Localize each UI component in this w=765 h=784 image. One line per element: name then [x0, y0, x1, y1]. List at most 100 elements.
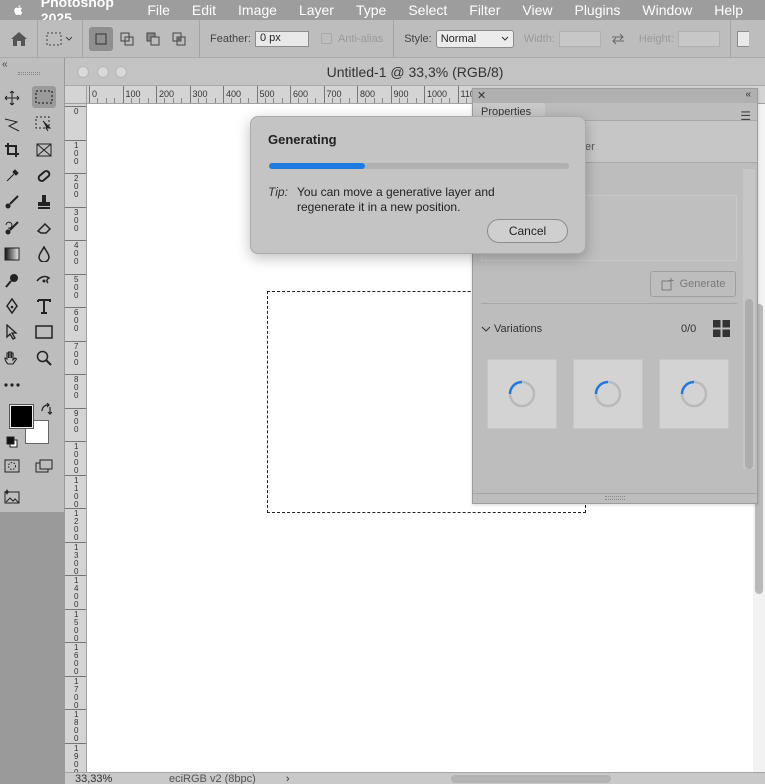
zoom-tool[interactable] — [32, 347, 56, 369]
home-button[interactable] — [0, 19, 38, 58]
menu-edit[interactable]: Edit — [192, 2, 216, 18]
variation-thumbnail[interactable] — [573, 359, 643, 429]
ruler-label: 1 4 0 0 — [74, 576, 79, 609]
move-tool[interactable] — [0, 87, 24, 109]
path-select-tool[interactable] — [0, 321, 24, 343]
menu-help[interactable]: Help — [714, 2, 743, 18]
chevron-down-icon — [481, 326, 491, 332]
grid-view-icon[interactable] — [713, 320, 730, 337]
blur-tool[interactable] — [32, 243, 56, 265]
select-mask-button[interactable] — [736, 30, 749, 47]
stamp-icon — [38, 195, 50, 209]
foreground-color-swatch[interactable] — [9, 404, 34, 429]
pen-tool[interactable] — [0, 295, 24, 317]
zoom-window-button[interactable] — [115, 66, 127, 78]
menu-select[interactable]: Select — [408, 2, 447, 18]
quick-mask-button[interactable] — [0, 455, 24, 477]
loading-spinner-icon — [594, 380, 622, 408]
ruler-tick — [390, 86, 392, 103]
vertical-ruler[interactable]: 0 1 0 0 2 0 0 3 0 0 4 0 0 5 0 0 6 0 0 7 0 0 8 0 … — [65, 104, 87, 776]
drop-icon — [38, 246, 50, 262]
status-bar: 33,33% eciRGB v2 (8bpc) › — [65, 772, 765, 784]
new-selection-button[interactable] — [89, 26, 113, 51]
ruler-label: 9 0 0 — [74, 408, 79, 434]
width-input[interactable] — [558, 30, 601, 47]
panel-grip[interactable] — [18, 72, 40, 75]
generating-dialog: Generating Tip: You can move a generativ… — [250, 116, 586, 254]
edit-toolbar-button[interactable] — [0, 374, 24, 396]
object-select-tool[interactable] — [32, 113, 56, 135]
generative-expand-button[interactable] — [0, 485, 24, 507]
apple-icon[interactable] — [12, 2, 25, 18]
collapse-icon[interactable]: « — [2, 59, 8, 70]
divider — [199, 19, 200, 58]
collapse-panel-icon[interactable]: « — [745, 89, 751, 100]
options-bar: Feather: 0 px Anti-alias Style: Normal W… — [0, 19, 765, 58]
screen-mode-button[interactable] — [32, 455, 56, 477]
ruler-origin[interactable] — [65, 86, 87, 104]
menu-window[interactable]: Window — [642, 2, 692, 18]
rect-marquee-tool[interactable] — [32, 86, 56, 108]
add-selection-button[interactable] — [115, 27, 139, 51]
marquee-preset-picker[interactable] — [38, 19, 83, 58]
panel-scroll-thumb[interactable] — [745, 299, 753, 469]
eraser-icon — [36, 222, 52, 234]
eraser-tool[interactable] — [32, 217, 56, 239]
menu-image[interactable]: Image — [238, 2, 277, 18]
ruler-label: 0 — [92, 89, 98, 99]
menu-type[interactable]: Type — [356, 2, 386, 18]
ruler-minor-tick — [114, 98, 116, 103]
generate-icon — [661, 277, 674, 290]
panel-scrollbar[interactable] — [743, 169, 755, 469]
crop-tool[interactable] — [0, 139, 24, 161]
history-brush-tool[interactable] — [0, 217, 24, 239]
swap-icon[interactable] — [611, 33, 625, 45]
antialias-checkbox[interactable] — [320, 33, 332, 44]
minimize-window-button[interactable] — [97, 66, 109, 78]
subtract-selection-button[interactable] — [141, 27, 165, 51]
variations-header[interactable]: Variations — [481, 321, 737, 337]
feather-input[interactable]: 0 px — [254, 30, 309, 47]
menu-file[interactable]: File — [147, 2, 170, 18]
style-select[interactable]: Normal — [435, 29, 514, 48]
healing-brush-tool[interactable] — [32, 165, 56, 187]
type-tool[interactable] — [32, 295, 56, 317]
menu-view[interactable]: View — [522, 2, 552, 18]
arrow-pointer-icon — [6, 324, 18, 340]
lasso-tool[interactable] — [0, 113, 24, 135]
variation-thumbnail[interactable] — [659, 359, 729, 429]
gradient-tool[interactable] — [0, 243, 24, 265]
panel-resize-grip[interactable] — [473, 493, 757, 503]
close-window-button[interactable] — [77, 66, 89, 78]
status-menu-arrow[interactable]: › — [286, 773, 290, 784]
generate-button[interactable]: Generate — [650, 271, 736, 297]
zoom-level[interactable]: 33,33% — [75, 773, 135, 784]
rectangle-tool[interactable] — [32, 321, 56, 343]
menu-plugins[interactable]: Plugins — [574, 2, 620, 18]
frame-tool[interactable] — [32, 139, 56, 161]
height-input[interactable] — [677, 30, 720, 47]
menu-filter[interactable]: Filter — [469, 2, 500, 18]
eyedropper-tool[interactable] — [0, 165, 24, 187]
horizontal-scroll-thumb[interactable] — [451, 775, 611, 783]
brush-tool[interactable] — [0, 191, 24, 213]
close-icon[interactable]: ✕ — [477, 89, 486, 102]
ruler-label: 7 0 0 — [74, 341, 79, 367]
type-icon — [37, 299, 51, 314]
default-colors-icon[interactable] — [6, 436, 18, 448]
hand-tool[interactable] — [0, 347, 24, 369]
divider — [393, 19, 395, 58]
intersect-selection-button[interactable] — [167, 27, 191, 51]
dodge-tool[interactable] — [0, 269, 24, 291]
style-value: Normal — [440, 32, 477, 45]
smudge-tool[interactable] — [32, 269, 56, 291]
swap-colors-icon[interactable] — [40, 403, 52, 415]
menu-layer[interactable]: Layer — [299, 2, 334, 18]
clone-stamp-tool[interactable] — [32, 191, 56, 213]
rect-marquee-icon — [46, 32, 62, 45]
add-selection-icon — [120, 32, 134, 45]
cancel-button[interactable]: Cancel — [487, 219, 568, 243]
variation-thumbnail[interactable] — [487, 359, 557, 429]
divider — [729, 19, 731, 58]
loading-spinner-icon — [508, 380, 536, 408]
